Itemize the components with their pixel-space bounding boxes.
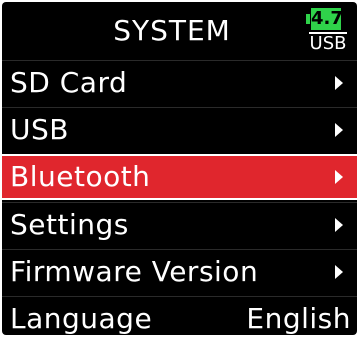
menu-item-label: USB [10,113,69,146]
chevron-right-icon [335,218,343,232]
device-screen: SYSTEM 4.7 USB SD Card USB Bluetooth Set… [2,2,357,335]
menu-item-usb[interactable]: USB [2,107,357,152]
battery-indicator: 4.7 USB [306,8,347,54]
menu-item-label: SD Card [10,66,128,99]
chevron-right-icon [335,170,343,184]
system-menu: SD Card USB Bluetooth Settings Firmware … [2,60,357,335]
menu-item-language[interactable]: Language English [2,296,357,335]
menu-item-label: Firmware Version [10,255,259,288]
menu-item-label: Settings [10,208,129,241]
battery-level: 4.7 [306,8,343,30]
chevron-right-icon [335,76,343,90]
menu-item-label: Bluetooth [10,160,151,193]
language-value: English [246,302,351,335]
header: SYSTEM 4.7 USB [2,2,357,58]
menu-item-bluetooth[interactable]: Bluetooth [2,154,357,200]
power-source-label: USB [309,32,347,54]
menu-item-firmware-version[interactable]: Firmware Version [2,249,357,294]
menu-item-sd-card[interactable]: SD Card [2,60,357,105]
chevron-right-icon [335,265,343,279]
menu-item-label: Language [10,302,153,335]
menu-item-settings[interactable]: Settings [2,202,357,247]
chevron-right-icon [335,123,343,137]
page-title: SYSTEM [113,14,231,47]
